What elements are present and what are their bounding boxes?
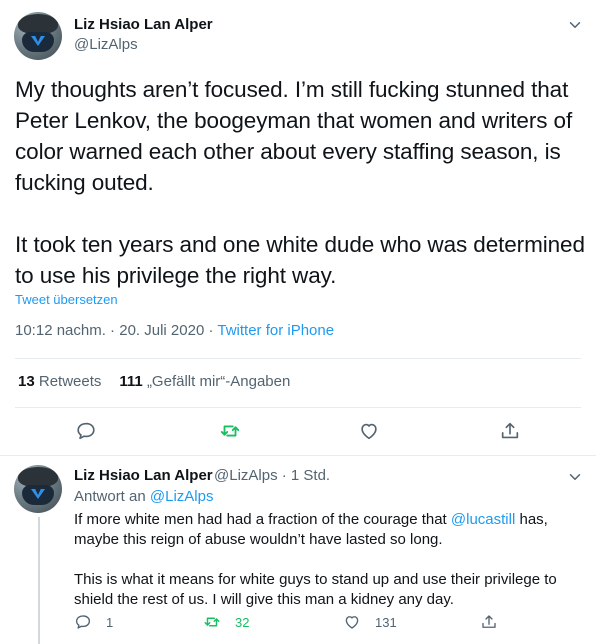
reply-text: If more white men had had a fraction of … <box>74 510 574 610</box>
reply-paragraph: This is what it means for white guys to … <box>74 571 557 608</box>
reply-button[interactable]: 1 <box>74 612 113 632</box>
share-icon <box>482 615 496 628</box>
tweet-text: My thoughts aren’t focused. I’m still fu… <box>15 74 585 291</box>
retweet-button[interactable]: 32 <box>203 612 249 632</box>
avatar[interactable] <box>14 12 62 60</box>
tweet-paragraph: My thoughts aren’t focused. I’m still fu… <box>15 77 573 195</box>
retweets-stat[interactable]: 13 Retweets <box>18 373 101 390</box>
source-link[interactable]: Twitter for iPhone <box>217 322 334 339</box>
divider <box>15 407 581 408</box>
chevron-down-icon[interactable] <box>566 468 584 486</box>
divider <box>0 455 596 456</box>
mention-link[interactable]: @lucastill <box>451 511 515 528</box>
avatar[interactable] <box>14 465 62 513</box>
divider <box>15 358 581 359</box>
chevron-down-icon[interactable] <box>566 16 584 34</box>
reply-author-handle[interactable]: @LizAlps · 1 Std. <box>214 467 330 484</box>
reply-icon <box>75 615 91 629</box>
reply-count: 1 <box>106 614 114 630</box>
retweet-icon <box>204 617 220 627</box>
reply-icon[interactable] <box>75 420 97 442</box>
tweet-paragraph: It took ten years and one white dude who… <box>15 232 585 288</box>
author-handle[interactable]: @LizAlps <box>74 36 138 53</box>
timestamp[interactable]: 10:12 nachm. · 20. Juli 2020 · <box>15 322 217 339</box>
share-button[interactable] <box>480 612 498 632</box>
retweet-icon[interactable] <box>219 420 241 442</box>
reply-to-handle[interactable]: @LizAlps <box>150 488 214 505</box>
like-icon <box>345 616 359 629</box>
likes-stat[interactable]: 111 „Gefällt mir“-Angaben <box>119 373 290 390</box>
reply-paragraph: If more white men had had a fraction of … <box>74 511 548 548</box>
tweet-stats: 13 Retweets 111 „Gefällt mir“-Angaben <box>18 373 290 390</box>
like-button[interactable]: 131 <box>343 612 397 632</box>
tweet-meta: 10:12 nachm. · 20. Juli 2020 · Twitter f… <box>15 322 334 339</box>
author-name[interactable]: Liz Hsiao Lan Alper <box>74 16 213 33</box>
translate-link[interactable]: Tweet übersetzen <box>15 292 118 307</box>
reply-to: Antwort an @LizAlps <box>74 488 214 505</box>
like-count: 131 <box>375 614 397 630</box>
reply-author-name[interactable]: Liz Hsiao Lan Alper <box>74 467 213 484</box>
thread-line <box>38 517 40 644</box>
share-icon[interactable] <box>499 420 521 442</box>
retweet-count: 32 <box>235 614 250 630</box>
like-icon[interactable] <box>358 420 380 442</box>
